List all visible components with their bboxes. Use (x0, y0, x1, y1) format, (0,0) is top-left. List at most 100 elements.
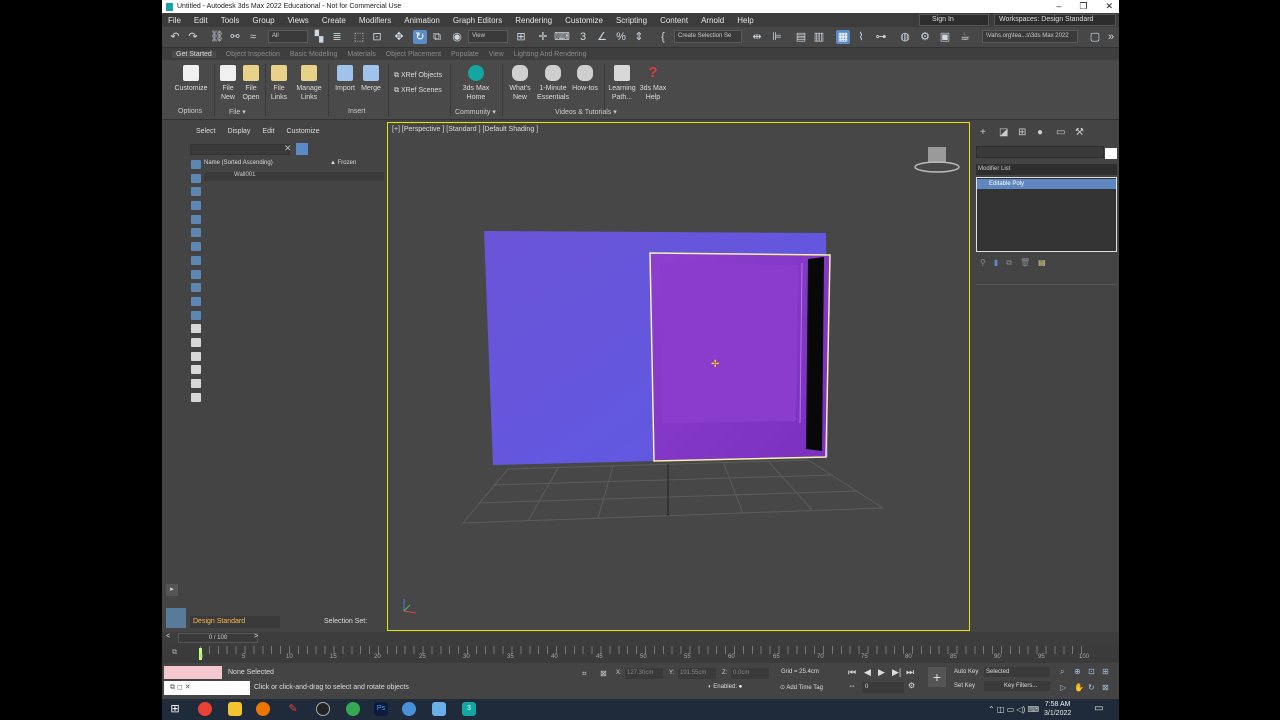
expand-arrow-icon[interactable]: ▸ (166, 584, 178, 596)
configure-sets-icon[interactable]: ▤ (1038, 258, 1046, 268)
whats-new-button[interactable]: What's New (508, 65, 532, 102)
display-frozen-icon[interactable] (191, 296, 201, 306)
project-path-dropdown[interactable]: \Vahs.org\tea...s\3ds Max 2022 (982, 30, 1078, 43)
tab-basic-modeling[interactable]: Basic Modeling (290, 51, 337, 58)
display-shapes-icon[interactable] (191, 173, 201, 183)
notification-icon[interactable]: ▭ (1094, 703, 1103, 714)
material-editor-icon[interactable]: ◍ (898, 30, 912, 44)
browser-icon[interactable] (402, 702, 416, 716)
viewcube[interactable] (914, 147, 960, 173)
z-coordinate-field[interactable]: 0.0cm (731, 668, 769, 679)
restore-icon[interactable]: ❐ (1079, 0, 1087, 13)
photoshop-icon[interactable]: Ps (374, 702, 388, 716)
make-unique-icon[interactable]: ⧉ (1006, 258, 1012, 268)
tab-lighting-rendering[interactable]: Lighting And Rendering (514, 51, 587, 58)
selection-filter-dropdown[interactable]: All (268, 30, 308, 43)
align-icon[interactable]: ⊫ (770, 30, 784, 44)
mini-curve-icon[interactable]: ⧉ (172, 649, 177, 657)
menu-tools[interactable]: Tools (221, 16, 240, 25)
display-cameras-icon[interactable] (191, 201, 201, 211)
rect-selection-icon[interactable]: ⬚ (352, 30, 366, 44)
display-bones-icon[interactable] (191, 269, 201, 279)
stack-item-editable-poly[interactable]: Editable Poly (977, 179, 1116, 189)
menu-arnold[interactable]: Arnold (701, 16, 724, 25)
pivot-center-icon[interactable]: ⊞ (514, 30, 528, 44)
unity-icon[interactable] (316, 702, 330, 716)
xref-objects-button[interactable]: ⧉ XRef Objects (394, 72, 442, 80)
modify-tab-icon[interactable]: ◪ (999, 128, 1011, 138)
scene-row-wall001[interactable]: Wall001 (204, 172, 384, 181)
angle-snap-icon[interactable]: ∠ (595, 30, 609, 44)
show-end-result-icon[interactable]: ▮ (994, 258, 998, 268)
system-tray-icons[interactable]: ⌃ ◫ ▭ ◁) ⌨ (988, 705, 1039, 714)
render-icon[interactable]: ☕ (958, 30, 972, 44)
group-community[interactable]: Community ▾ (455, 108, 496, 116)
viewport-label[interactable]: [+] [Perspective ] [Standard ] [Default … (392, 126, 538, 133)
merge-button[interactable]: Merge (359, 65, 383, 93)
fov-icon[interactable]: ▷ (1060, 683, 1066, 692)
group-file[interactable]: File ▾ (229, 108, 246, 116)
link-icon[interactable]: ⛓ (210, 30, 224, 44)
add-time-tag[interactable]: ⊙ Add Time Tag (780, 684, 823, 691)
menu-views[interactable]: Views (288, 16, 309, 25)
tab-get-started[interactable]: Get Started (172, 50, 216, 58)
file-new-button[interactable]: File New (217, 65, 239, 102)
display-invert-icon[interactable] (191, 351, 201, 361)
learning-path-button[interactable]: Learning Path... (606, 65, 638, 102)
filter-icon[interactable] (296, 143, 308, 155)
menu-content[interactable]: Content (660, 16, 688, 25)
display-containers-icon[interactable] (191, 283, 201, 293)
object-color-swatch[interactable] (1105, 148, 1117, 159)
start-icon[interactable]: ⊞ (168, 702, 182, 716)
blender-icon[interactable] (256, 702, 270, 716)
tab-populate[interactable]: Populate (451, 51, 479, 58)
current-frame-field[interactable]: 0 (862, 682, 904, 693)
menu-rendering[interactable]: Rendering (515, 16, 552, 25)
menu-edit[interactable]: Edit (194, 16, 208, 25)
motion-tab-icon[interactable]: ● (1037, 128, 1049, 138)
key-mode-icon[interactable]: ⇔ (848, 681, 856, 690)
customize-button[interactable]: Customize (174, 65, 208, 93)
track-bar[interactable]: ⧉ 0 5 10 15 20 25 30 35 40 45 50 55 60 6… (162, 646, 1119, 663)
menu-animation[interactable]: Animation (404, 16, 440, 25)
x-coordinate-field[interactable]: 127.30cm (625, 668, 663, 679)
pan-icon[interactable]: ✋ (1074, 683, 1084, 692)
max-taskbar-icon[interactable]: 3 (462, 702, 476, 716)
sketch-icon[interactable] (432, 702, 446, 716)
scene-menu-edit[interactable]: Edit (262, 128, 274, 135)
import-button[interactable]: Import (332, 65, 358, 93)
scene-explorer-icon[interactable]: ▤ (794, 30, 808, 44)
render-frame-icon[interactable]: ▣ (938, 30, 952, 44)
utilities-tab-icon[interactable]: ⚒ (1075, 128, 1087, 138)
maxscript-listener-bottom[interactable]: ⧉ ◻ ✕ (164, 681, 250, 695)
render-setup-icon[interactable]: ⚙ (918, 30, 932, 44)
tab-materials[interactable]: Materials (347, 51, 375, 58)
window-crossing-icon[interactable]: ⊡ (370, 30, 384, 44)
display-none-icon[interactable] (191, 337, 201, 347)
menu-graph-editors[interactable]: Graph Editors (453, 16, 502, 25)
create-tab-icon[interactable]: + (980, 128, 992, 138)
scene-search-input[interactable] (190, 144, 290, 155)
redo-icon[interactable]: ↷ (186, 30, 200, 44)
clock[interactable]: 7:58 AM 3/1/2022 (1044, 700, 1071, 718)
sync-selection-icon[interactable] (191, 365, 201, 375)
zoom-all-icon[interactable]: ⊕ (1074, 667, 1081, 676)
scene-menu-customize[interactable]: Customize (286, 128, 319, 135)
schematic-view-icon[interactable]: ⊶ (874, 30, 888, 44)
auto-key-button[interactable]: Auto Key (954, 669, 978, 675)
pen-tool-icon[interactable]: ✎ (286, 702, 300, 716)
select-rotate-icon[interactable]: ↻ (413, 30, 427, 44)
column-name[interactable]: Name (Sorted Ascending) (204, 160, 273, 166)
column-frozen[interactable]: ▲ Frozen (330, 160, 356, 166)
display-hidden-icon[interactable] (191, 310, 201, 320)
filter-funnel-icon[interactable] (191, 379, 201, 388)
scene-menu-select[interactable]: Select (196, 128, 215, 135)
toolbar-overflow-icon[interactable]: » (1104, 30, 1118, 44)
display-all-icon[interactable] (191, 324, 201, 334)
toggle-ribbon-icon[interactable]: ▦ (836, 30, 850, 44)
edit-named-sets-icon[interactable]: { (656, 30, 670, 44)
file-open-button[interactable]: File Open (240, 65, 262, 102)
menu-group[interactable]: Group (252, 16, 274, 25)
one-minute-essentials-button[interactable]: 1-Minute Essentials (535, 65, 571, 102)
menu-customize[interactable]: Customize (565, 16, 603, 25)
